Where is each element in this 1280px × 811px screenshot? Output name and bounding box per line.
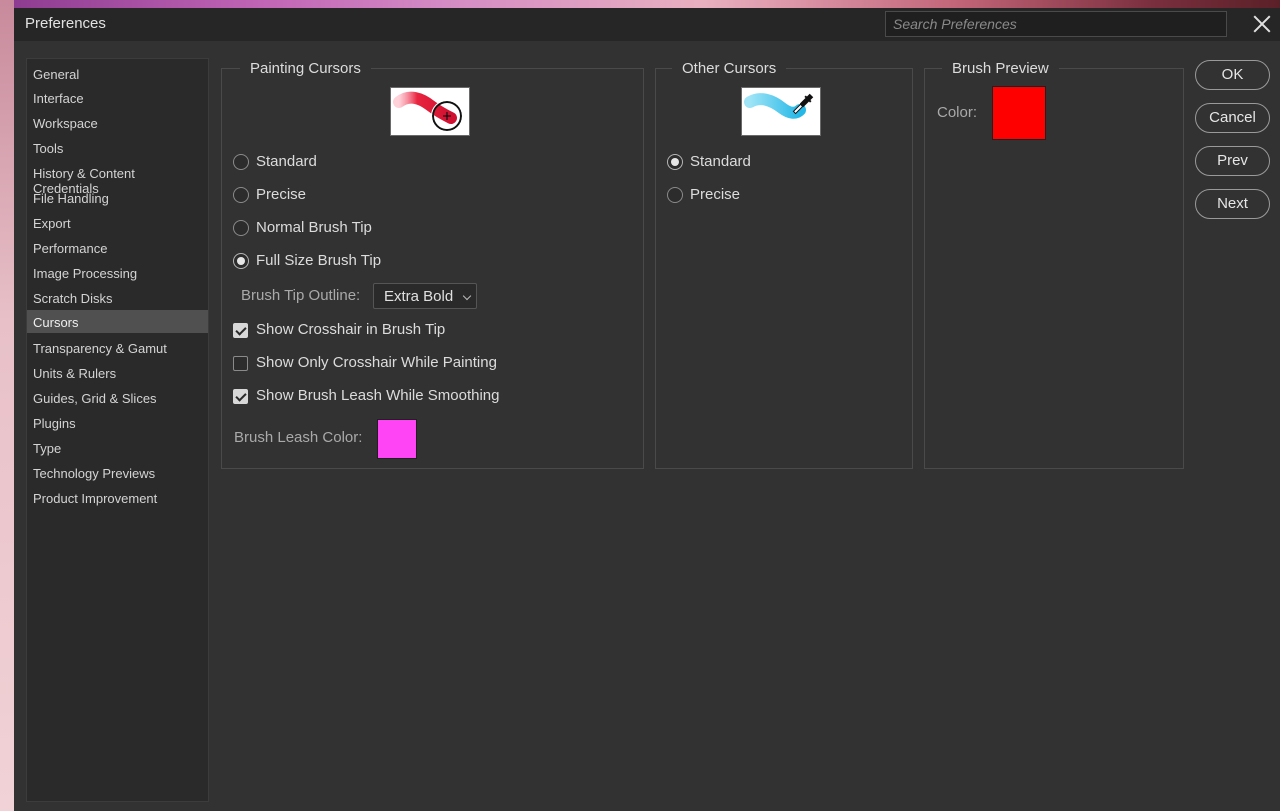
brush-preview-title: Brush Preview <box>942 60 1059 77</box>
painting-cursors-group: Painting Cursors Standard Precise Normal… <box>221 60 644 469</box>
other-cursors-group: Other Cursors Standard Precise <box>655 60 913 469</box>
sidebar-item-image-processing[interactable]: Image Processing <box>27 261 208 284</box>
brush-preview-color-swatch[interactable] <box>992 86 1046 140</box>
painting-full-size-brush-tip-label: Full Size Brush Tip <box>256 252 382 269</box>
sidebar-item-transparency[interactable]: Transparency & Gamut <box>27 336 208 359</box>
sidebar-item-history[interactable]: History & Content Credentials <box>27 161 208 196</box>
painting-cursor-preview <box>390 87 470 136</box>
brush-tip-outline-value: Extra Bold <box>384 288 454 305</box>
chevron-down-icon <box>462 291 472 301</box>
painting-cursors-title: Painting Cursors <box>240 60 371 77</box>
painting-standard-label: Standard <box>256 153 317 170</box>
close-icon[interactable] <box>1250 12 1274 36</box>
cancel-button[interactable]: Cancel <box>1195 103 1270 133</box>
show-crosshair-label: Show Crosshair in Brush Tip <box>256 321 446 338</box>
background-photo-edge <box>0 0 14 811</box>
brush-leash-color-swatch[interactable] <box>377 419 417 459</box>
ok-button[interactable]: OK <box>1195 60 1270 90</box>
brush-preview-group: Brush Preview Color: <box>924 60 1184 469</box>
other-standard-label: Standard <box>690 153 751 170</box>
next-button[interactable]: Next <box>1195 189 1270 219</box>
other-cursors-title: Other Cursors <box>672 60 787 77</box>
sidebar-item-units-rulers[interactable]: Units & Rulers <box>27 361 208 384</box>
sidebar-item-product-improvement[interactable]: Product Improvement <box>27 486 208 509</box>
show-brush-leash-checkbox[interactable] <box>233 389 248 404</box>
sidebar-item-tools[interactable]: Tools <box>27 136 208 159</box>
show-crosshair-checkbox[interactable] <box>233 323 248 338</box>
painting-full-size-brush-tip-radio[interactable] <box>233 253 249 269</box>
sidebar-item-scratch-disks[interactable]: Scratch Disks <box>27 286 208 309</box>
sidebar-item-export[interactable]: Export <box>27 211 208 234</box>
title-bar: Preferences Search Preferences <box>14 8 1280 41</box>
other-standard-radio[interactable] <box>667 154 683 170</box>
background-photo-strip <box>0 0 1280 8</box>
other-precise-label: Precise <box>690 186 741 203</box>
brush-tip-outline-select[interactable]: Extra Bold <box>373 283 477 309</box>
painting-precise-label: Precise <box>256 186 307 203</box>
sidebar-item-interface[interactable]: Interface <box>27 86 208 109</box>
brush-stroke-preview-icon <box>393 91 463 132</box>
sidebar-item-guides[interactable]: Guides, Grid & Slices <box>27 386 208 409</box>
other-cursor-preview <box>741 87 821 136</box>
sidebar-item-plugins[interactable]: Plugins <box>27 411 208 434</box>
brush-leash-color-label: Brush Leash Color: <box>234 429 363 446</box>
brush-preview-color-label: Color: <box>937 104 978 121</box>
sidebar-item-general[interactable]: General <box>27 62 208 85</box>
sidebar-item-technology-previews[interactable]: Technology Previews <box>27 461 208 484</box>
eyedropper-preview-icon <box>744 93 814 119</box>
painting-precise-radio[interactable] <box>233 187 249 203</box>
prev-button[interactable]: Prev <box>1195 146 1270 176</box>
show-brush-leash-label: Show Brush Leash While Smoothing <box>256 387 500 404</box>
sidebar-item-type[interactable]: Type <box>27 436 208 459</box>
painting-normal-brush-tip-label: Normal Brush Tip <box>256 219 372 236</box>
search-input[interactable]: Search Preferences <box>885 11 1227 37</box>
sidebar-item-cursors[interactable]: Cursors <box>27 310 208 333</box>
painting-normal-brush-tip-radio[interactable] <box>233 220 249 236</box>
preferences-dialog: Preferences Search Preferences General I… <box>14 8 1280 811</box>
show-only-crosshair-label: Show Only Crosshair While Painting <box>256 354 497 371</box>
sidebar-item-workspace[interactable]: Workspace <box>27 111 208 134</box>
sidebar-item-file-handling[interactable]: File Handling <box>27 186 208 209</box>
dialog-title: Preferences <box>25 15 106 32</box>
painting-standard-radio[interactable] <box>233 154 249 170</box>
show-only-crosshair-checkbox[interactable] <box>233 356 248 371</box>
other-precise-radio[interactable] <box>667 187 683 203</box>
sidebar: General Interface Workspace Tools Histor… <box>26 58 209 802</box>
sidebar-item-performance[interactable]: Performance <box>27 236 208 259</box>
brush-tip-outline-label: Brush Tip Outline: <box>241 287 361 304</box>
